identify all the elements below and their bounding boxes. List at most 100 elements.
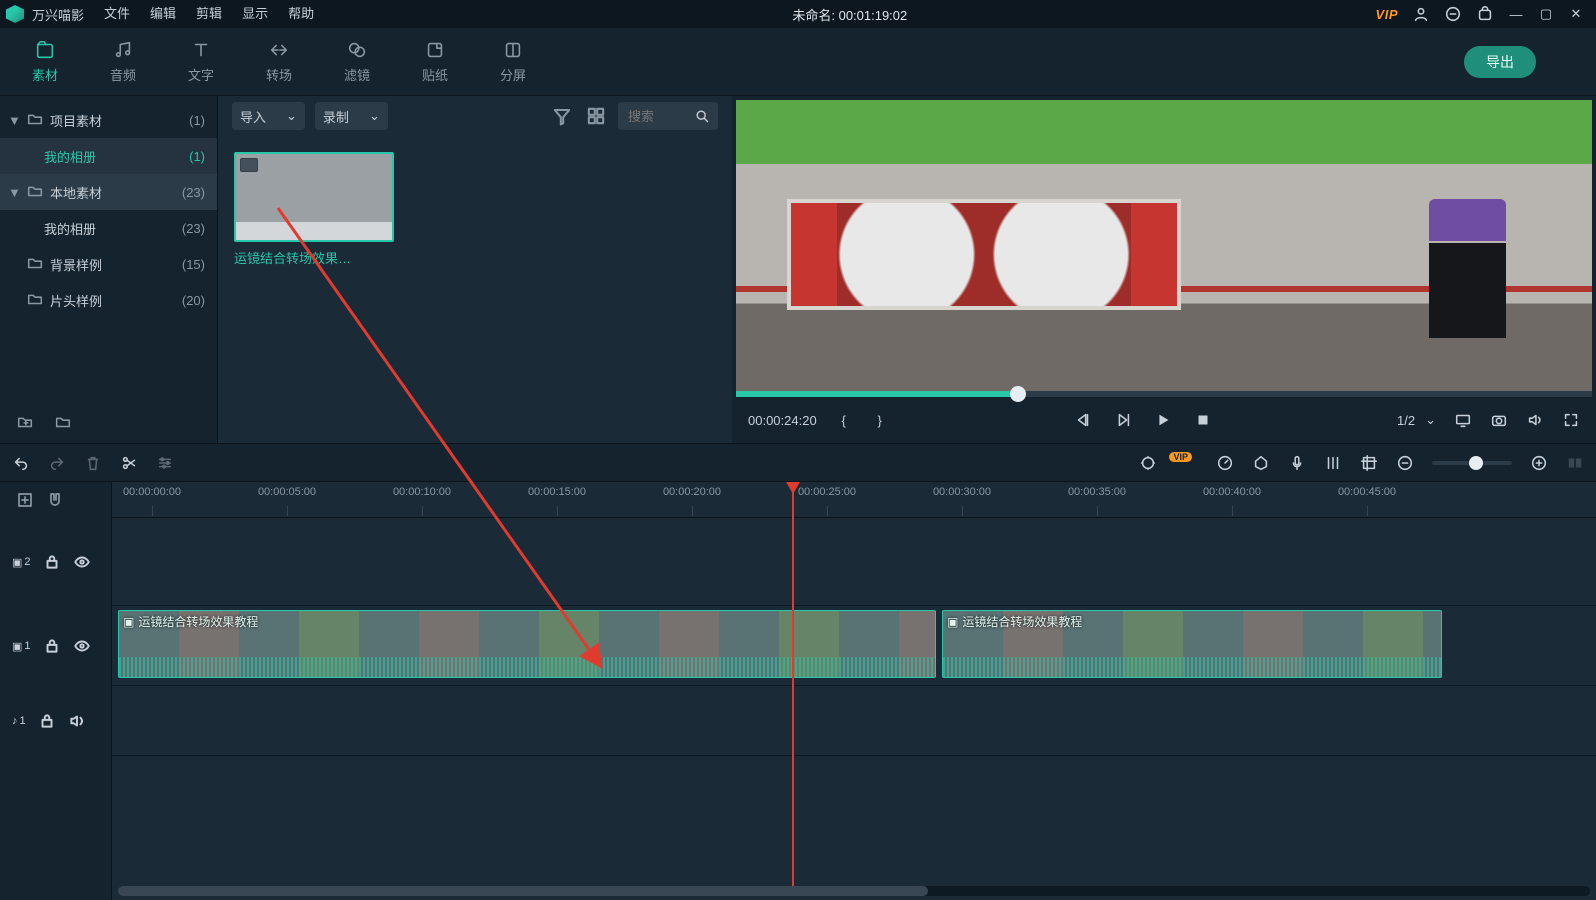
grid-view-icon[interactable] — [584, 104, 608, 128]
scrollbar-thumb[interactable] — [118, 886, 928, 896]
sidebar-item-background[interactable]: 背景样例 (15) — [0, 246, 217, 282]
stop-button[interactable] — [1194, 411, 1212, 429]
ruler-tick: 00:00:45:00 — [1338, 486, 1396, 498]
sidebar-item-intro[interactable]: 片头样例 (20) — [0, 282, 217, 318]
account-icon[interactable] — [1412, 5, 1430, 23]
add-folder-icon[interactable] — [16, 413, 34, 431]
folder-icon — [26, 290, 44, 311]
tab-transition-label: 转场 — [266, 65, 292, 84]
display-settings-icon[interactable] — [1454, 411, 1472, 429]
timeline-scrollbar[interactable] — [118, 886, 1590, 896]
preview-zoom-value: 1/2 — [1397, 413, 1415, 428]
undo-button[interactable] — [12, 454, 30, 472]
tab-media-label: 素材 — [32, 65, 58, 84]
search-box[interactable] — [618, 102, 718, 130]
record-dropdown[interactable]: 录制 ⌄ — [315, 102, 388, 130]
tab-sticker[interactable]: 贴纸 — [396, 28, 474, 95]
ruler-tick: 00:00:05:00 — [258, 486, 316, 498]
zoom-in-button[interactable] — [1530, 454, 1548, 472]
zoom-out-button[interactable] — [1396, 454, 1414, 472]
sidebar-item-my-album-2[interactable]: 我的相册 (23) — [0, 210, 217, 246]
menu-file[interactable]: 文件 — [94, 0, 140, 28]
tab-transition[interactable]: 转场 — [240, 28, 318, 95]
timeline-view-button[interactable] — [1566, 454, 1584, 472]
import-dropdown[interactable]: 导入 ⌄ — [232, 102, 305, 130]
eye-icon[interactable] — [73, 553, 91, 571]
mark-in-button[interactable]: { — [835, 411, 853, 429]
play-button[interactable] — [1154, 411, 1172, 429]
sidebar-item-local[interactable]: ▼ 本地素材 (23) — [0, 174, 217, 210]
lock-icon[interactable] — [38, 712, 56, 730]
video-track-icon: ▣1 — [12, 640, 31, 653]
adjust-button[interactable] — [156, 454, 174, 472]
tab-audio[interactable]: 音频 — [84, 28, 162, 95]
preview-canvas[interactable] — [736, 100, 1592, 391]
eye-icon[interactable] — [73, 637, 91, 655]
filter-icon[interactable] — [550, 104, 574, 128]
timeline-clip-2[interactable]: ▣运镜结合转场效果教程 — [942, 610, 1442, 678]
track-header-video-1[interactable]: ▣1 — [0, 606, 111, 686]
vip-badge[interactable]: VIP — [1376, 7, 1398, 22]
mark-out-button[interactable]: } — [871, 411, 889, 429]
time-ruler[interactable]: 00:00:00:00 00:00:05:00 00:00:10:00 00:0… — [112, 482, 1596, 518]
menu-clip[interactable]: 剪辑 — [186, 0, 232, 28]
record-label: 录制 — [323, 107, 349, 126]
message-icon[interactable] — [1444, 5, 1462, 23]
voiceover-button[interactable] — [1288, 454, 1306, 472]
magnet-button[interactable] — [46, 491, 64, 509]
audio-track-1[interactable] — [112, 686, 1596, 756]
snapshot-icon[interactable] — [1490, 411, 1508, 429]
step-button[interactable] — [1114, 411, 1132, 429]
delete-button[interactable] — [84, 454, 102, 472]
menu-help[interactable]: 帮助 — [278, 0, 324, 28]
split-button[interactable] — [120, 454, 138, 472]
ai-tool-button[interactable] — [1139, 454, 1157, 472]
open-folder-icon[interactable] — [54, 413, 72, 431]
tab-audio-label: 音频 — [110, 65, 136, 84]
video-track-2[interactable] — [112, 518, 1596, 606]
redo-button[interactable] — [48, 454, 66, 472]
audio-track-icon: ♪1 — [12, 715, 26, 727]
chevron-down-icon: ▼ — [8, 185, 20, 200]
track-header-video-2[interactable]: ▣2 — [0, 518, 111, 606]
preview-zoom-dropdown[interactable]: 1/2 ⌄ — [1397, 412, 1436, 428]
tab-split-label: 分屏 — [500, 65, 526, 84]
sidebar-item-my-album-1[interactable]: 我的相册 (1) — [0, 138, 217, 174]
audio-mixer-button[interactable] — [1324, 454, 1342, 472]
crop-button[interactable] — [1360, 454, 1378, 472]
marker-button[interactable] — [1252, 454, 1270, 472]
timeline-clip-1[interactable]: ▣运镜结合转场效果教程 — [118, 610, 936, 678]
media-thumbnail[interactable]: 运镜结合转场效果… — [234, 152, 394, 267]
app-logo — [6, 5, 24, 23]
volume-icon[interactable] — [1526, 411, 1544, 429]
add-track-button[interactable] — [16, 491, 34, 509]
menu-view[interactable]: 显示 — [232, 0, 278, 28]
search-input[interactable] — [626, 108, 688, 125]
ruler-tick: 00:00:10:00 — [393, 486, 451, 498]
chevron-down-icon: ⌄ — [369, 108, 380, 124]
speed-button[interactable] — [1216, 454, 1234, 472]
window-maximize[interactable]: ▢ — [1538, 6, 1554, 22]
window-close[interactable]: ✕ — [1568, 6, 1584, 22]
export-button[interactable]: 导出 — [1464, 46, 1536, 78]
zoom-knob[interactable] — [1469, 456, 1483, 470]
zoom-slider[interactable] — [1432, 461, 1512, 465]
menu-edit[interactable]: 编辑 — [140, 0, 186, 28]
mute-icon[interactable] — [68, 712, 86, 730]
lock-icon[interactable] — [43, 553, 61, 571]
tab-text[interactable]: 文字 — [162, 28, 240, 95]
store-icon[interactable] — [1476, 5, 1494, 23]
sidebar-item-label: 背景样例 — [50, 255, 182, 274]
video-track-1[interactable]: ▣运镜结合转场效果教程 ▣运镜结合转场效果教程 — [112, 606, 1596, 686]
fullscreen-icon[interactable] — [1562, 411, 1580, 429]
track-header-audio-1[interactable]: ♪1 — [0, 686, 111, 756]
prev-frame-button[interactable] — [1074, 411, 1092, 429]
lock-icon[interactable] — [43, 637, 61, 655]
preview-progress[interactable] — [736, 391, 1592, 397]
playhead[interactable] — [792, 482, 794, 886]
tab-filter[interactable]: 滤镜 — [318, 28, 396, 95]
sidebar-item-project[interactable]: ▼ 项目素材 (1) — [0, 102, 217, 138]
window-minimize[interactable]: — — [1508, 7, 1524, 22]
tab-media[interactable]: 素材 — [6, 28, 84, 95]
tab-split[interactable]: 分屏 — [474, 28, 552, 95]
